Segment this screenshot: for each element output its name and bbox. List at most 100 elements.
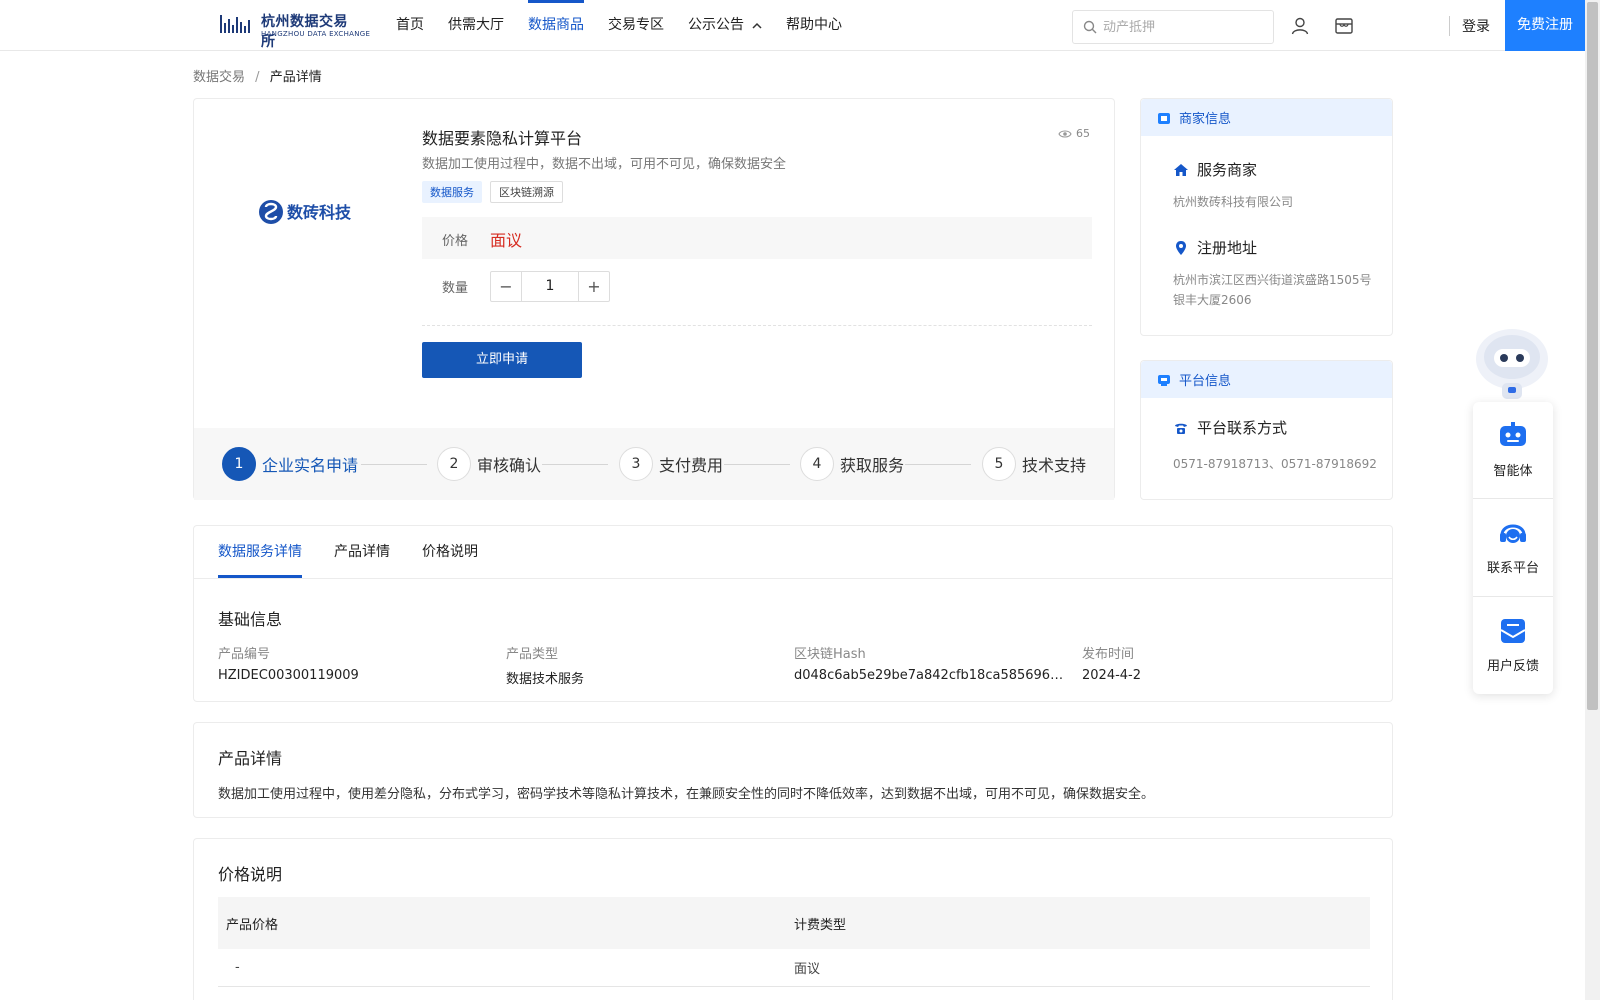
breadcrumb-parent[interactable]: 数据交易: [193, 70, 245, 85]
field-publish-date: 发布时间 2024-4-2: [1082, 643, 1352, 683]
mail-icon: [1500, 619, 1526, 643]
tab-price-description[interactable]: 价格说明: [422, 526, 478, 578]
cell-billing-type: 面议: [794, 962, 821, 977]
price-table: 产品价格 计费类型 - 面议: [218, 897, 1370, 987]
nav-supply-demand[interactable]: 供需大厅: [448, 0, 504, 51]
step-4-number: 4: [800, 447, 834, 481]
tag-blockchain-trace: 区块链溯源: [490, 181, 563, 203]
search-input[interactable]: [1103, 19, 1263, 35]
float-contact-label: 联系平台: [1486, 561, 1539, 576]
product-title: 数据要素隐私计算平台: [422, 129, 583, 148]
home-icon: [1174, 163, 1188, 176]
tab-data-service-details[interactable]: 数据服务详情: [218, 526, 302, 578]
register-address-value: 杭州市滨江区西兴街道滨盛路1505号银丰大厦2606: [1173, 273, 1372, 307]
eye-icon: [1058, 129, 1072, 138]
merchant-info-icon: [1158, 112, 1170, 124]
view-count-value: 65: [1076, 127, 1090, 140]
price-row: 价格 面议: [422, 217, 1092, 259]
float-feedback[interactable]: 用户反馈: [1473, 597, 1553, 693]
basic-info-title: 基础信息: [218, 610, 283, 629]
location-pin-icon: [1176, 240, 1186, 255]
step-1-number: 1: [222, 447, 256, 481]
breadcrumb-current: 产品详情: [269, 70, 322, 85]
price-value: 面议: [490, 231, 523, 250]
nav-data-products[interactable]: 数据商品: [528, 0, 584, 51]
field-value: 2024-4-2: [1082, 668, 1142, 683]
register-address-label: 注册地址: [1197, 239, 1258, 257]
product-subtitle: 数据加工使用过程中，数据不出域，可用不可见，确保数据安全: [422, 157, 787, 172]
field-value: HZIDEC00300119009: [218, 668, 359, 683]
breadcrumb-separator: /: [255, 70, 260, 85]
step-connector: [724, 464, 790, 465]
step-4: 4 获取服务: [800, 447, 904, 481]
step-5: 5 技术支持: [982, 447, 1086, 481]
header-divider: [1449, 16, 1450, 36]
user-icon[interactable]: [1290, 16, 1310, 36]
tabs-divider: [194, 578, 1392, 579]
store-icon[interactable]: [1334, 16, 1354, 36]
view-count: 65: [1058, 127, 1090, 140]
price-label: 价格: [442, 234, 469, 249]
step-2: 2 审核确认: [437, 447, 541, 481]
process-steps: 1 企业实名申请 2 审核确认 3 支付费用 4 获取服务 5 技术支持: [194, 428, 1114, 500]
login-link[interactable]: 登录: [1462, 16, 1490, 36]
step-5-label: 技术支持: [1022, 456, 1087, 475]
platform-info-icon: [1158, 374, 1170, 386]
main-nav: 首页 供需大厅 数据商品 交易专区 公示公告 帮助中心: [396, 0, 866, 51]
breadcrumb: 数据交易 / 产品详情: [193, 66, 322, 85]
floating-service-panel: 智能体 联系平台 用户反馈: [1473, 402, 1553, 694]
float-agent[interactable]: 智能体: [1473, 402, 1553, 498]
robot-icon: [1500, 422, 1526, 446]
register-button[interactable]: 免费注册: [1505, 0, 1585, 51]
assistant-robot-icon[interactable]: [1472, 325, 1552, 405]
apply-now-button[interactable]: 立即申请: [422, 342, 582, 378]
step-connector: [905, 464, 971, 465]
step-1-label: 企业实名申请: [262, 456, 359, 475]
phone-icon: [1175, 423, 1187, 434]
step-2-label: 审核确认: [477, 456, 542, 475]
quantity-minus-button[interactable]: −: [491, 272, 521, 301]
scrollbar-thumb[interactable]: [1587, 2, 1598, 710]
step-1: 1 企业实名申请: [222, 447, 358, 481]
logo-en-text: HANGZHOU DATA EXCHANGE: [261, 30, 371, 38]
price-description-card: 价格说明 产品价格 计费类型 - 面议: [193, 838, 1393, 1000]
merchant-info-header: 商家信息: [1141, 99, 1392, 136]
step-3-label: 支付费用: [659, 456, 724, 475]
step-connector: [542, 464, 608, 465]
company-logo-text: 数砖科技: [287, 203, 352, 222]
nav-help-center[interactable]: 帮助中心: [786, 0, 842, 51]
service-merchant-row: 服务商家: [1173, 159, 1257, 180]
price-table-header: 产品价格 计费类型: [218, 897, 1370, 949]
platform-info-header: 平台信息: [1141, 361, 1392, 398]
quantity-input[interactable]: 1: [521, 272, 579, 301]
step-connector: [361, 464, 427, 465]
nav-trading-zone[interactable]: 交易专区: [608, 0, 664, 51]
table-row: - 面议: [218, 949, 1370, 987]
dashed-divider: [422, 325, 1092, 326]
tab-product-details[interactable]: 产品详情: [334, 526, 390, 578]
field-key: 产品类型: [506, 647, 559, 662]
site-logo[interactable]: 杭州数据交易所 HANGZHOU DATA EXCHANGE: [220, 11, 370, 50]
service-merchant-label: 服务商家: [1197, 161, 1258, 179]
float-feedback-label: 用户反馈: [1486, 659, 1539, 674]
field-key: 区块链Hash: [794, 647, 866, 662]
logo-bars-icon: [220, 15, 250, 33]
step-3: 3 支付费用: [619, 447, 723, 481]
nav-announcements[interactable]: 公示公告: [688, 0, 762, 51]
search-box[interactable]: [1072, 10, 1274, 44]
product-card: 数砖科技 数据要素隐私计算平台 65 数据加工使用过程中，数据不出域，可用不可见…: [193, 98, 1115, 500]
float-contact[interactable]: 联系平台: [1473, 499, 1553, 595]
tag-data-service: 数据服务: [422, 181, 482, 203]
platform-contact-value: 0571-87918713、0571-87918692: [1173, 457, 1377, 471]
merchant-info-title: 商家信息: [1179, 112, 1232, 127]
quantity-plus-button[interactable]: +: [579, 272, 609, 301]
product-detail-title: 产品详情: [218, 749, 283, 768]
step-5-number: 5: [982, 447, 1016, 481]
product-detail-card: 产品详情 数据加工使用过程中，使用差分隐私，分布式学习，密码学技术等隐私计算技术…: [193, 722, 1393, 818]
nav-home[interactable]: 首页: [396, 0, 424, 51]
search-icon: [1083, 20, 1097, 34]
nav-announcements-label: 公示公告: [688, 17, 744, 33]
product-tags: 数据服务 区块链溯源: [422, 181, 563, 203]
details-tabs-card: 数据服务详情 产品详情 价格说明 基础信息 产品编号 HZIDEC0030011…: [193, 525, 1393, 702]
company-logo: 数砖科技: [259, 200, 357, 224]
